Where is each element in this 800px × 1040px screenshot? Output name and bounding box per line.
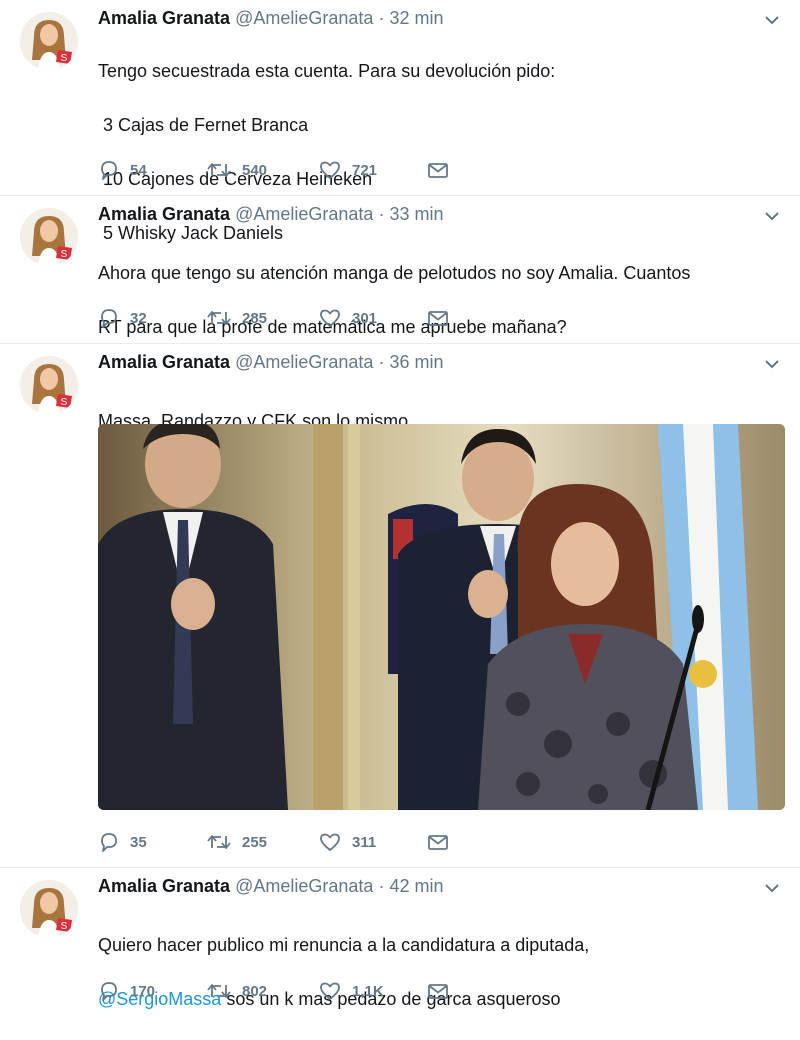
message-button[interactable] bbox=[426, 977, 450, 1005]
like-button[interactable]: 311 bbox=[318, 828, 376, 856]
chevron-down-icon[interactable] bbox=[762, 206, 782, 226]
like-button[interactable]: 1,1K bbox=[318, 977, 384, 1005]
svg-text:S: S bbox=[61, 397, 68, 408]
user-fullname[interactable]: Amalia Granata bbox=[98, 8, 230, 28]
envelope-icon bbox=[428, 835, 448, 850]
reply-button[interactable]: 54 bbox=[98, 156, 147, 184]
tweet-photo[interactable] bbox=[98, 424, 785, 810]
svg-text:S: S bbox=[61, 921, 68, 932]
retweet-icon bbox=[207, 984, 231, 998]
tweet-text-line: 3 Cajas de Fernet Branca bbox=[98, 115, 309, 135]
retweet-icon bbox=[207, 163, 231, 177]
svg-text:S: S bbox=[61, 249, 68, 260]
tweet-header: Amalia Granata @AmelieGranata · 42 min bbox=[98, 874, 740, 898]
chevron-down-icon[interactable] bbox=[762, 354, 782, 374]
reply-icon bbox=[101, 161, 117, 180]
message-button[interactable] bbox=[426, 828, 450, 856]
chevron-down-icon[interactable] bbox=[762, 878, 782, 898]
timeline: S Amalia Granata @AmelieGranata · 32 min… bbox=[0, 0, 800, 1009]
retweet-button[interactable]: 540 bbox=[206, 156, 267, 184]
envelope-icon bbox=[428, 311, 448, 326]
timestamp[interactable]: 36 min bbox=[389, 352, 443, 372]
avatar[interactable]: S bbox=[20, 208, 78, 266]
user-fullname[interactable]: Amalia Granata bbox=[98, 876, 230, 896]
retweet-count: 285 bbox=[242, 309, 268, 327]
separator: · bbox=[378, 204, 385, 224]
tweet-header: Amalia Granata @AmelieGranata · 33 min bbox=[98, 202, 740, 226]
retweet-button[interactable]: 285 bbox=[206, 304, 267, 332]
tweet-header: Amalia Granata @AmelieGranata · 32 min bbox=[98, 6, 740, 30]
user-fullname[interactable]: Amalia Granata bbox=[98, 352, 230, 372]
timestamp[interactable]: 33 min bbox=[389, 204, 443, 224]
separator: · bbox=[378, 8, 385, 28]
chevron-down-icon[interactable] bbox=[762, 10, 782, 30]
user-handle[interactable]: @AmelieGranata bbox=[235, 352, 373, 372]
avatar[interactable]: S bbox=[20, 356, 78, 414]
tweet[interactable]: S Amalia Granata @AmelieGranata · 33 min… bbox=[0, 196, 800, 344]
heart-icon bbox=[320, 309, 340, 327]
tweet-header: Amalia Granata @AmelieGranata · 36 min bbox=[98, 350, 740, 374]
timestamp[interactable]: 42 min bbox=[389, 876, 443, 896]
reply-button[interactable]: 32 bbox=[98, 304, 147, 332]
tweet-text: Quiero hacer publico mi renuncia a la ca… bbox=[98, 905, 760, 1040]
tweet-text-line: Tengo secuestrada esta cuenta. Para su d… bbox=[98, 61, 556, 81]
reply-button[interactable]: 170 bbox=[98, 977, 155, 1005]
like-count: 311 bbox=[352, 833, 377, 851]
tweet-text-line: Quiero hacer publico mi renuncia a la ca… bbox=[98, 935, 590, 955]
tweet[interactable]: S Amalia Granata @AmelieGranata · 36 min… bbox=[0, 344, 800, 868]
reply-count: 32 bbox=[130, 309, 147, 327]
reply-icon bbox=[101, 982, 117, 1001]
tweet[interactable]: S Amalia Granata @AmelieGranata · 32 min… bbox=[0, 0, 800, 243]
like-button[interactable]: 301 bbox=[318, 304, 377, 332]
reply-count: 170 bbox=[130, 982, 156, 1000]
heart-icon bbox=[320, 982, 340, 1000]
timestamp[interactable]: 32 min bbox=[389, 8, 443, 28]
tweet-text-rest: sos un k mas pedazo de garca asqueroso bbox=[221, 989, 561, 1009]
like-count: 721 bbox=[352, 161, 378, 179]
message-button[interactable] bbox=[426, 304, 450, 332]
retweet-count: 802 bbox=[242, 982, 268, 1000]
user-fullname[interactable]: Amalia Granata bbox=[98, 204, 230, 224]
retweet-icon bbox=[207, 835, 231, 849]
user-handle[interactable]: @AmelieGranata bbox=[235, 204, 373, 224]
separator: · bbox=[378, 876, 385, 896]
avatar[interactable]: S bbox=[20, 880, 78, 938]
reply-button[interactable]: 35 bbox=[98, 828, 147, 856]
user-handle[interactable]: @AmelieGranata bbox=[235, 8, 373, 28]
envelope-icon bbox=[428, 163, 448, 178]
avatar[interactable]: S bbox=[20, 12, 78, 70]
reply-icon bbox=[101, 833, 117, 852]
retweet-count: 540 bbox=[242, 161, 268, 179]
tweet-text-line: Ahora que tengo su atención manga de pel… bbox=[98, 263, 691, 283]
envelope-icon bbox=[428, 984, 448, 999]
user-handle[interactable]: @AmelieGranata bbox=[235, 876, 373, 896]
retweet-button[interactable]: 802 bbox=[206, 977, 267, 1005]
svg-text:S: S bbox=[61, 53, 68, 64]
separator: · bbox=[378, 352, 385, 372]
reply-count: 35 bbox=[130, 833, 147, 851]
retweet-icon bbox=[207, 311, 231, 325]
like-button[interactable]: 721 bbox=[318, 156, 377, 184]
tweet[interactable]: S Amalia Granata @AmelieGranata · 42 min… bbox=[0, 868, 800, 1009]
retweet-count: 255 bbox=[242, 833, 268, 851]
like-count: 1,1K bbox=[352, 982, 384, 1000]
reply-count: 54 bbox=[130, 161, 147, 179]
retweet-button[interactable]: 255 bbox=[206, 828, 267, 856]
like-count: 301 bbox=[352, 309, 378, 327]
heart-icon bbox=[320, 833, 340, 851]
message-button[interactable] bbox=[426, 156, 450, 184]
reply-icon bbox=[101, 309, 117, 328]
heart-icon bbox=[320, 161, 340, 179]
